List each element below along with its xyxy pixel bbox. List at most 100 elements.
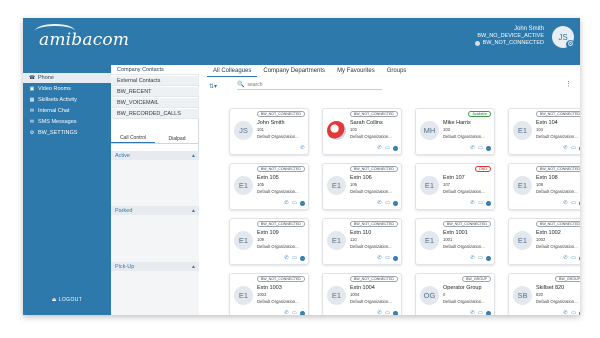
phone-icon[interactable]: ✆ — [470, 311, 475, 316]
contact-card[interactable]: SB BW_GROUP Skillset 820 820 Default Organiz… — [508, 273, 580, 315]
phone-icon[interactable]: ✆ — [284, 311, 289, 316]
video-icon[interactable]: ▭ — [571, 201, 576, 206]
contact-actions: ✆▭… — [470, 146, 491, 151]
contact-avatar: MH — [420, 121, 439, 140]
tab-groups[interactable]: Groups — [381, 65, 413, 77]
logout-button[interactable]: ⏏ LOGOUT — [23, 297, 111, 303]
more-options-icon[interactable]: ⋮ — [565, 80, 572, 88]
chat-icon[interactable]: … — [579, 256, 580, 261]
sidebar-item-bw-settings[interactable]: ⚙ BW_SETTINGS — [23, 128, 111, 138]
video-icon[interactable]: ▭ — [385, 146, 390, 151]
phone-icon[interactable]: ✆ — [563, 201, 568, 206]
caret-up-icon: ▲ — [191, 207, 196, 214]
filter-icon[interactable]: ⇅▾ — [209, 83, 217, 90]
video-icon[interactable]: ▭ — [385, 311, 390, 316]
chat-icon[interactable]: … — [300, 256, 305, 261]
contact-card[interactable]: E1 BW_NOT_CONNECTED Extn 104 104 Default Org… — [508, 108, 580, 155]
tab-voicemail[interactable]: BW_VOICEMAIL — [111, 98, 199, 108]
contact-extension: 110 — [350, 237, 357, 242]
chat-icon[interactable]: … — [486, 201, 491, 206]
phone-icon[interactable]: ✆ — [470, 146, 475, 151]
contact-card[interactable]: E1 BW_NOT_CONNECTED Extn 1004 1004 Default O… — [322, 273, 402, 315]
contact-avatar: OG — [420, 286, 439, 305]
contact-card[interactable]: E1 BW_NOT_CONNECTED Extn 1002 1002 Default O… — [508, 218, 580, 265]
contact-avatar: E1 — [513, 121, 532, 140]
chat-icon[interactable]: … — [579, 146, 580, 151]
phone-icon[interactable]: ✆ — [563, 256, 568, 261]
contact-card[interactable]: E1 BW_NOT_CONNECTED Extn 1001 1001 Default O… — [415, 218, 495, 265]
chat-icon[interactable]: … — [579, 311, 580, 315]
chat-icon[interactable]: … — [300, 311, 305, 315]
contact-organization: Default Organization... — [350, 299, 392, 304]
phone-icon[interactable]: ✆ — [284, 256, 289, 261]
chat-icon[interactable]: … — [579, 201, 580, 206]
chat-icon[interactable]: … — [393, 146, 398, 151]
phone-icon[interactable]: ✆ — [470, 256, 475, 261]
chat-icon[interactable]: … — [486, 146, 491, 151]
contact-card[interactable]: E1 DND Extn 107 107 Default Organization... ✆… — [415, 163, 495, 210]
sidebar-item-internal-chat[interactable]: ✉ Internal Chat — [23, 106, 111, 116]
contact-card[interactable]: E1 BW_NOT_CONNECTED Extn 1003 1003 Default O… — [229, 273, 309, 315]
contact-card[interactable]: MH Available Mike Harris 103 Default Organiz… — [415, 108, 495, 155]
settings-gear-icon[interactable]: ⚙ — [566, 40, 575, 49]
phone-icon[interactable]: ✆ — [563, 146, 568, 151]
tab-external-contacts[interactable]: External Contacts — [111, 76, 199, 86]
phone-icon[interactable]: ✆ — [377, 256, 382, 261]
tab-call-control[interactable]: Call Control — [111, 134, 155, 143]
contact-card[interactable]: E1 BW_NOT_CONNECTED Extn 106 106 Default Org… — [322, 163, 402, 210]
phone-icon[interactable]: ✆ — [300, 146, 305, 151]
chat-icon[interactable]: … — [486, 256, 491, 261]
section-parked[interactable]: Parked ▲ — [111, 206, 199, 215]
video-icon[interactable]: ▭ — [571, 146, 576, 151]
chat-icon[interactable]: … — [486, 311, 491, 315]
phone-icon[interactable]: ✆ — [284, 201, 289, 206]
video-icon[interactable]: ▭ — [571, 311, 576, 316]
sidebar-item-sms-messages[interactable]: ✉ SMS Messages — [23, 117, 111, 127]
video-icon[interactable]: ▭ — [292, 311, 297, 316]
video-icon[interactable]: ▭ — [478, 201, 483, 206]
contact-card[interactable]: E1 BW_NOT_CONNECTED Extn 105 105 Default Org… — [229, 163, 309, 210]
tab-my-favourites[interactable]: My Favourites — [331, 65, 381, 77]
video-icon[interactable]: ▭ — [478, 311, 483, 316]
video-icon[interactable]: ▭ — [571, 256, 576, 261]
phone-icon[interactable]: ✆ — [563, 311, 568, 316]
phone-icon[interactable]: ✆ — [377, 311, 382, 316]
video-icon[interactable]: ▭ — [478, 146, 483, 151]
section-active[interactable]: Active ▲ — [111, 151, 199, 160]
tab-all-colleagues[interactable]: All Colleagues — [207, 65, 258, 77]
user-connection-status[interactable]: BW_NOT_CONNECTED — [474, 40, 544, 46]
video-icon[interactable]: ▭ — [478, 256, 483, 261]
tab-recent[interactable]: BW_RECENT — [111, 87, 199, 97]
video-icon[interactable]: ▭ — [385, 201, 390, 206]
chat-icon[interactable]: … — [300, 201, 305, 206]
contact-actions: ✆▭… — [563, 201, 580, 206]
contact-card[interactable]: BW_NOT_CONNECTED Sarah Collins 102 Default … — [322, 108, 402, 155]
contact-card[interactable]: E1 BW_NOT_CONNECTED Extn 109 109 Default Org… — [229, 218, 309, 265]
video-icon[interactable]: ▭ — [385, 256, 390, 261]
contact-card[interactable]: E1 BW_NOT_CONNECTED Extn 108 108 Default Org… — [508, 163, 580, 210]
sidebar-item-phone[interactable]: ☎ Phone — [23, 73, 111, 83]
tab-recorded-calls[interactable]: BW_RECORDED_CALLS — [111, 109, 199, 119]
search-input[interactable]: 🔍 search — [237, 80, 382, 90]
sidebar-item-video-rooms[interactable]: ▣ Video Rooms — [23, 84, 111, 94]
contact-organization: Default Organization... — [443, 244, 485, 249]
phone-icon[interactable]: ✆ — [377, 146, 382, 151]
tab-company-departments[interactable]: Company Departments — [257, 65, 331, 77]
contact-name: Sarah Collins — [350, 120, 383, 126]
section-pickup[interactable]: Pick-Up ▲ — [111, 262, 199, 271]
chat-icon[interactable]: … — [393, 201, 398, 206]
video-icon[interactable]: ▭ — [292, 256, 297, 261]
contact-card[interactable]: JS BW_NOT_CONNECTED John Smith 101 Default O… — [229, 108, 309, 155]
tab-dialpad[interactable]: Dialpad — [155, 134, 199, 143]
chat-icon[interactable]: … — [393, 311, 398, 315]
contact-avatar: E1 — [327, 231, 346, 250]
phone-icon[interactable]: ✆ — [470, 201, 475, 206]
contact-extension: 820 — [536, 292, 543, 297]
sidebar-item-skillsets-activity[interactable]: ▦ Skillsets Activity — [23, 95, 111, 105]
contact-card[interactable]: E1 BW_NOT_CONNECTED Extn 110 110 Default Org… — [322, 218, 402, 265]
contact-card[interactable]: OG BW_GROUP Operator Group 0 Default Organiz… — [415, 273, 495, 315]
tab-company-contacts[interactable]: Company Contacts — [111, 65, 199, 75]
video-icon[interactable]: ▭ — [292, 201, 297, 206]
chat-icon[interactable]: … — [393, 256, 398, 261]
phone-icon[interactable]: ✆ — [377, 201, 382, 206]
